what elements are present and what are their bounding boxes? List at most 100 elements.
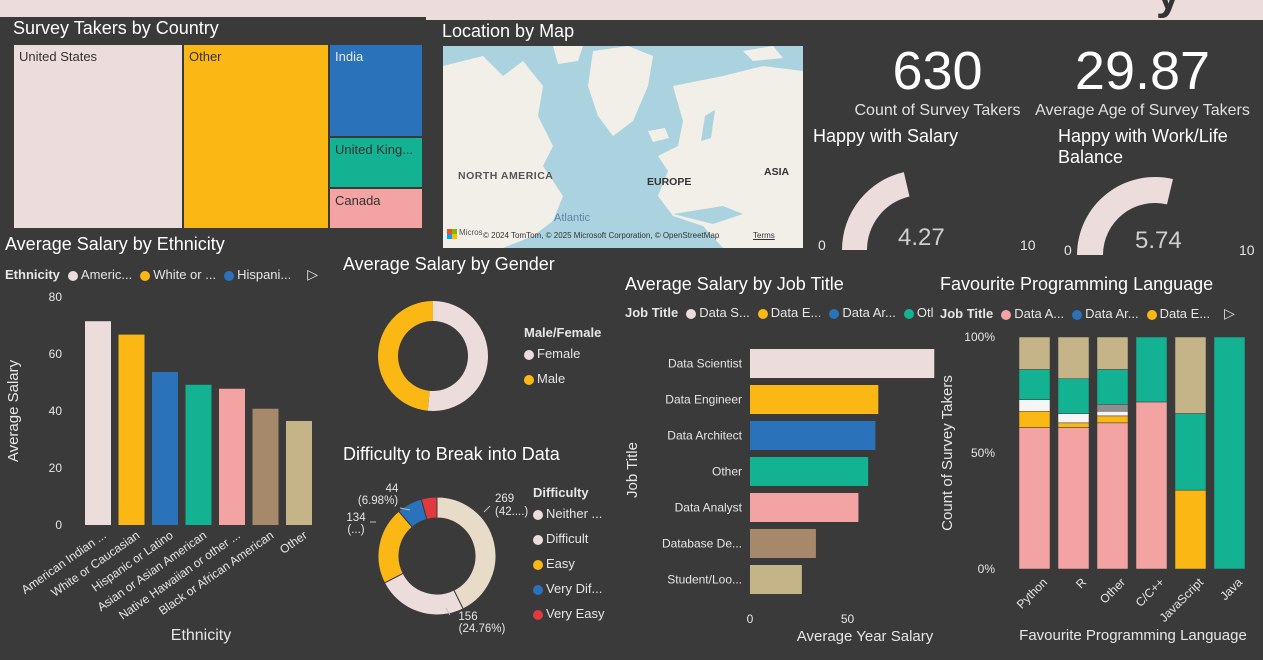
x-axis-title: Ethnicity (171, 627, 231, 644)
legend-item[interactable]: Data Ar... (1072, 306, 1139, 321)
legend-item[interactable]: Data E... (1146, 306, 1210, 321)
legend-title: Ethnicity (5, 267, 60, 282)
gauge-balance-title: Happy with Work/Life Balance (1058, 126, 1228, 167)
legend-label: Data E... (770, 305, 822, 320)
location-map[interactable]: NORTH AMERICA EUROPE ASIA Atlantic Micro… (443, 46, 803, 248)
legend-dot-icon (1001, 309, 1012, 320)
legend-item[interactable]: White or ... (140, 267, 216, 282)
legend-title: Difficulty (533, 485, 589, 500)
bar-segment (1096, 410, 1129, 417)
treemap-tile-united-kingdom[interactable]: United King... (329, 137, 423, 188)
legend-title: Male/Female (524, 325, 602, 340)
x-tick-label: R (1073, 575, 1089, 591)
treemap-label: United King... (335, 142, 414, 157)
donut-slice (427, 301, 489, 411)
gauge-min-label: 0 (1064, 242, 1072, 258)
legend-item[interactable]: Hispani... (224, 267, 291, 282)
y-tick-label: Database De... (662, 537, 742, 551)
country-treemap[interactable]: United States Other India United King...… (13, 44, 423, 229)
legend-item[interactable]: Data A... (1001, 306, 1064, 321)
legend-item[interactable]: Data E... (757, 305, 822, 320)
gauge-balance[interactable]: 0 10 5.74 (1055, 165, 1260, 260)
bar (252, 408, 279, 525)
bar-segment (1174, 489, 1207, 570)
legend-item[interactable]: Male (524, 366, 601, 391)
legend-dot-icon (67, 270, 78, 281)
job-title-bar-chart[interactable]: Data Scientist Data Engineer Data Architec… (615, 330, 940, 650)
legend-item[interactable]: Difficult (533, 526, 605, 551)
bar (118, 334, 145, 525)
legend-label: Data Ar... (842, 305, 896, 320)
treemap-tile-india[interactable]: India (329, 44, 423, 137)
data-label: (42....) (495, 506, 528, 518)
legend-label: Hispani... (237, 267, 292, 282)
donut-slice (436, 496, 497, 610)
data-label: 156 (458, 611, 477, 623)
legend-item[interactable]: Easy (533, 551, 605, 576)
legend-item[interactable]: Americ... (67, 267, 132, 282)
treemap-label: Canada (335, 193, 381, 208)
legend-dot-icon (533, 534, 543, 545)
treemap-tile-united-states[interactable]: United States (13, 44, 183, 229)
legend-dot-icon (533, 584, 543, 595)
gender-donut-chart[interactable] (370, 295, 500, 420)
bar (286, 420, 312, 525)
map-attribution[interactable]: © 2024 TomTom, © 2025 Microsoft Corporat… (483, 231, 719, 240)
map-label-europe: EUROPE (647, 176, 692, 188)
gauge-salary[interactable]: 0 10 4.27 (810, 150, 1050, 260)
bar (750, 565, 802, 594)
map-label-asia: ASIA (764, 166, 790, 178)
leader-line (483, 505, 491, 513)
treemap-label: Other (189, 49, 222, 64)
y-tick-label: 80 (49, 290, 63, 304)
legend-item[interactable]: Otl (903, 305, 933, 320)
data-label: 44 (386, 483, 399, 495)
legend-label: Data Ar... (1085, 306, 1139, 321)
map-logo-text: Micros (459, 228, 483, 237)
legend-item[interactable]: Very Dif... (533, 576, 605, 601)
legend-item[interactable]: Data S... (686, 305, 750, 320)
legend-item[interactable]: Neither ... (533, 501, 605, 526)
donut-slice (377, 510, 413, 584)
map-terms-link[interactable]: Terms (753, 231, 775, 240)
y-axis-title: Average Salary (5, 359, 22, 462)
bar-segment (1018, 336, 1051, 370)
treemap-tile-other[interactable]: Other (183, 44, 329, 229)
data-label: (6.98%) (358, 495, 398, 507)
gauge-value-label: 4.27 (898, 224, 945, 251)
x-tick-label: Other (277, 528, 310, 557)
legend-dot-icon (1072, 309, 1083, 320)
bar-segment (1057, 378, 1090, 414)
bar-segment (1018, 427, 1051, 570)
y-tick-label: 100% (964, 330, 995, 344)
map-land (443, 46, 803, 248)
legend-item[interactable]: Data Ar... (829, 305, 896, 320)
bar-segment (1018, 399, 1051, 412)
legend-label: Data S... (699, 305, 750, 320)
treemap-title: Survey Takers by Country (13, 18, 219, 38)
map-label-atlantic: Atlantic (554, 212, 591, 224)
legend-item[interactable]: Female (524, 341, 601, 366)
ethnicity-bar-chart[interactable]: 020406080American Indian ...White or Cau… (0, 283, 335, 660)
gauge-salary-title: Happy with Salary (813, 126, 959, 146)
map-label-north-america: NORTH AMERICA (458, 170, 554, 182)
legend-next-arrow-icon[interactable]: ▷ (307, 266, 318, 283)
bar-segment (1096, 422, 1129, 570)
bar (185, 384, 212, 525)
legend-item[interactable]: Very Easy (533, 601, 605, 626)
legend-dot-icon (224, 270, 235, 281)
treemap-label: United States (19, 49, 98, 64)
legend-label: White or ... (153, 267, 217, 282)
header-banner-left (0, 0, 426, 17)
language-stacked-bar-chart[interactable]: Python R Other C/C++JavaScript Java0%50%100%… (935, 325, 1263, 660)
treemap-tile-canada[interactable]: Canada (329, 188, 423, 229)
x-tick-label: 0 (747, 612, 754, 626)
y-tick-label: 0 (55, 518, 62, 532)
donut-slice (383, 572, 464, 616)
difficulty-donut-chart[interactable]: 44(6.98%) 134(...) 269(42....) 156(24.76%) (340, 470, 530, 640)
bar-segment (1018, 369, 1051, 400)
legend-label: Neither ... (546, 506, 603, 521)
bar-segment (1018, 410, 1051, 428)
legend-next-arrow-icon[interactable]: ▷ (1224, 305, 1235, 322)
y-tick-label: 60 (49, 347, 63, 361)
